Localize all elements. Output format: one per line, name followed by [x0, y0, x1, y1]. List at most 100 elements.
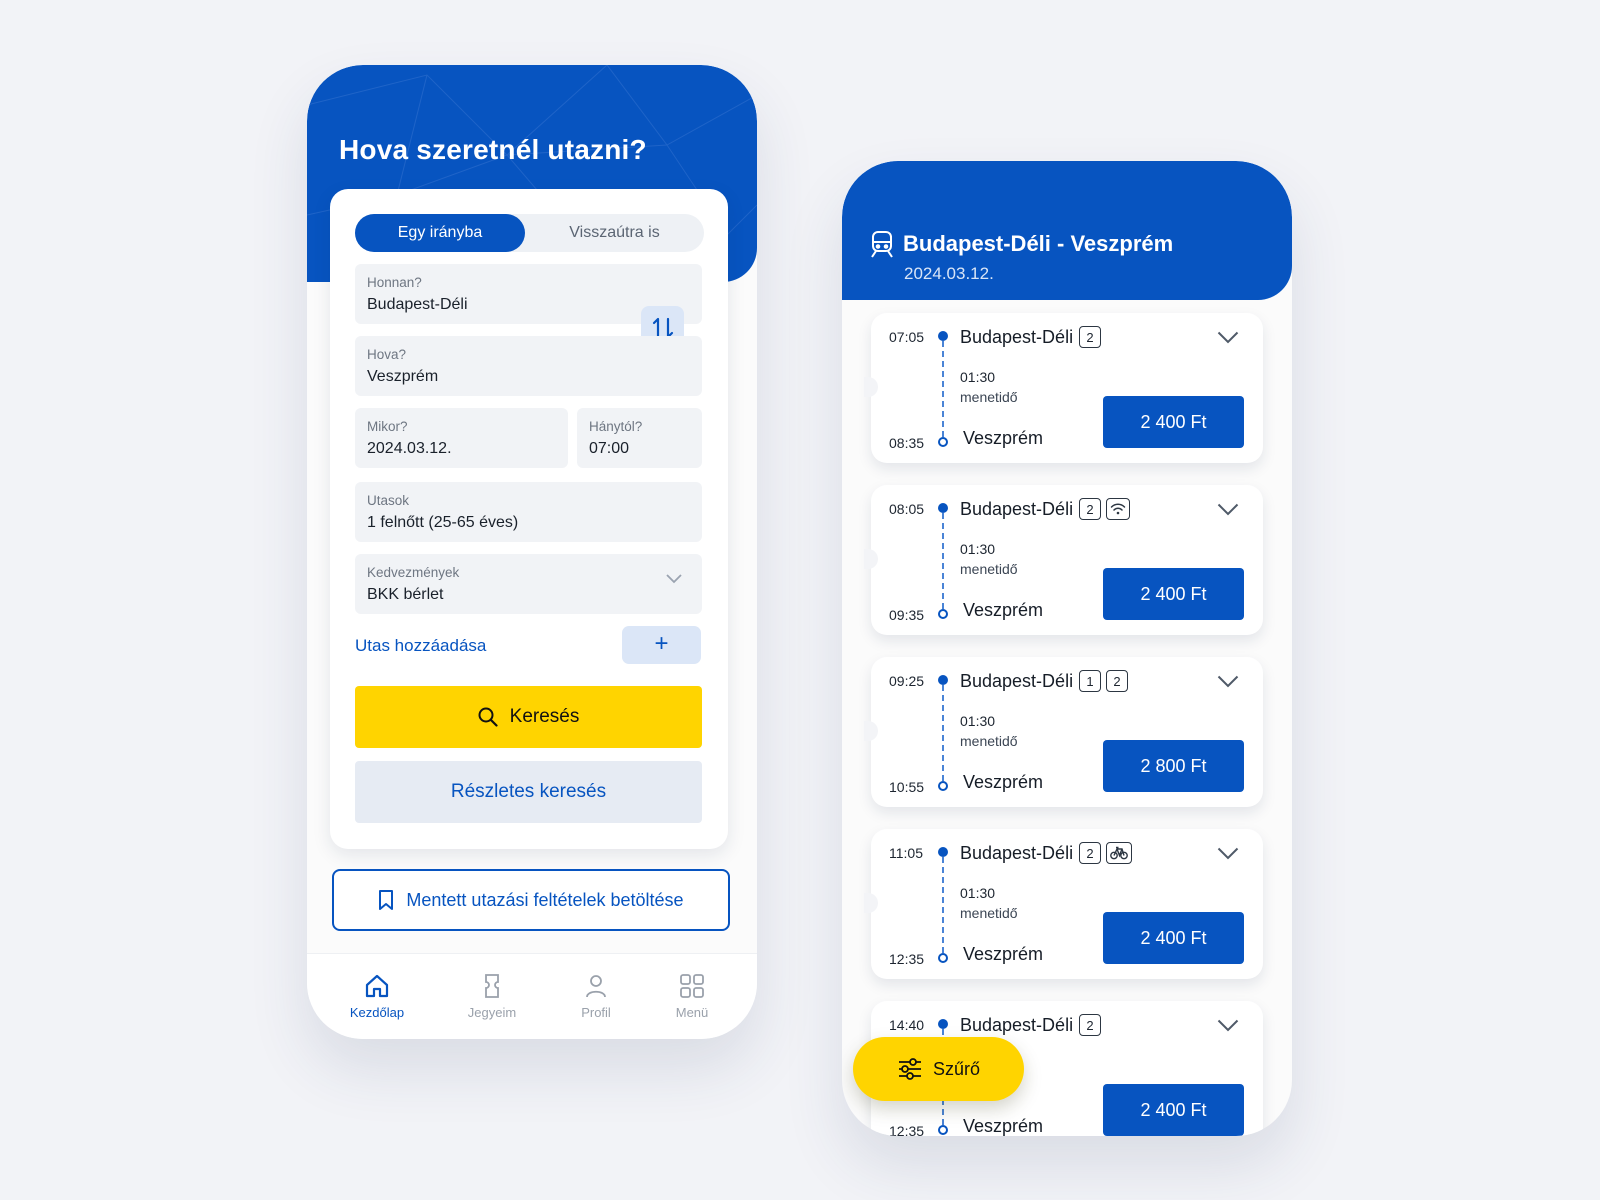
arrival-dot [938, 437, 948, 447]
date-value: 2024.03.12. [367, 440, 452, 457]
discounts-label: Kedvezmények [367, 565, 460, 580]
load-saved-search-button[interactable]: Mentett utazási feltételek betöltése [332, 869, 730, 931]
discounts-value: BKK bérlet [367, 586, 444, 603]
return-option[interactable]: Visszaútra is [525, 214, 704, 252]
service-badges: 2 [1079, 842, 1132, 864]
train-icon [871, 231, 893, 258]
trip-card[interactable]: 08:05 09:35 Budapest-Déli 2 01:30 menetidő Ves… [864, 485, 1263, 635]
price-button[interactable]: 2 800 Ft [1103, 740, 1244, 792]
arrival-time: 12:35 [889, 1123, 925, 1136]
tab-menu-label: Menü [675, 1005, 709, 1020]
arrival-station: Veszprém [963, 772, 1044, 792]
route-date: 2024.03.12. [904, 264, 994, 283]
trip-card[interactable]: 09:25 10:55 Budapest-Déli 1 2 01:30 menetidő Ve… [864, 657, 1263, 807]
arrival-dot [938, 953, 948, 963]
price-button[interactable]: 2 400 Ft [1103, 912, 1244, 964]
arrival-time: 12:35 [889, 951, 925, 967]
arrival-dot [938, 1125, 948, 1135]
advanced-search-button[interactable]: Részletes keresés [355, 761, 702, 823]
trip-duration: 01:30 [960, 713, 996, 729]
departure-dot [938, 331, 948, 341]
trip-card[interactable]: 11:05 12:35 Budapest-Déli 2 01:30 menetidő Ves… [864, 829, 1263, 979]
ticket-icon [485, 974, 499, 998]
arrival-station: Veszprém [963, 600, 1044, 620]
departure-station: Budapest-Déli [960, 671, 1074, 691]
page-title: Hova szeretnél utazni? [339, 134, 647, 165]
expand-chevron-icon[interactable] [1217, 503, 1239, 516]
arrival-time: 10:55 [889, 779, 925, 795]
expand-chevron-icon[interactable] [1217, 1019, 1239, 1032]
profile-icon [586, 975, 606, 998]
filter-button-label: Szűrő [932, 1058, 981, 1079]
service-badges: 2 [1079, 326, 1101, 348]
departure-station: Budapest-Déli [960, 499, 1074, 519]
tab-home-label: Kezdőlap [349, 1005, 405, 1020]
wifi-icon [1106, 498, 1130, 520]
to-value: Veszprém [367, 368, 439, 385]
departure-station: Budapest-Déli [960, 1015, 1074, 1035]
expand-chevron-icon[interactable] [1217, 675, 1239, 688]
one-way-option[interactable]: Egy irányba [355, 214, 525, 252]
route-line [942, 685, 944, 781]
departure-time: 08:05 [889, 501, 925, 517]
trip-duration: 01:30 [960, 885, 996, 901]
departure-time: 07:05 [889, 329, 925, 345]
tab-menu[interactable]: Menü [647, 972, 737, 1020]
route-line [942, 513, 944, 609]
card-notch [864, 549, 878, 569]
tab-profile[interactable]: Profil [551, 972, 641, 1020]
trip-card[interactable]: 07:05 08:35 Budapest-Déli 2 01:30 menetidő Ves… [864, 313, 1263, 463]
results-header: Budapest-Déli - Veszprém 2024.03.12. [842, 161, 1292, 300]
departure-dot [938, 1019, 948, 1029]
departure-time: 11:05 [889, 845, 923, 861]
bottom-tab-bar: Kezdőlap Jegyeim Profil Menü [307, 953, 757, 1039]
tab-profile-label: Profil [581, 1005, 611, 1020]
departure-time: 14:40 [889, 1017, 925, 1033]
date-label: Mikor? [367, 419, 408, 434]
departure-dot [938, 847, 948, 857]
card-notch [864, 893, 878, 913]
service-badges: 2 [1079, 498, 1130, 520]
trip-duration: 01:30 [960, 541, 996, 557]
arrival-dot [938, 609, 948, 619]
departure-time: 09:25 [889, 673, 925, 689]
tab-home[interactable]: Kezdőlap [332, 972, 422, 1020]
discounts-select[interactable]: Kedvezmények BKK bérlet [355, 554, 702, 614]
departure-station: Budapest-Déli [960, 843, 1074, 863]
card-notch [864, 721, 878, 741]
arrival-dot [938, 781, 948, 791]
class-badge: 2 [1079, 498, 1101, 520]
bicycle-icon [1106, 842, 1132, 864]
date-field[interactable]: Mikor? 2024.03.12. [355, 408, 568, 468]
class-badge: 2 [1079, 326, 1101, 348]
tab-tickets[interactable]: Jegyeim [447, 972, 537, 1020]
time-value: 07:00 [589, 440, 630, 457]
passengers-label: Utasok [367, 493, 410, 508]
departure-dot [938, 503, 948, 513]
to-field[interactable]: Hova? Veszprém [355, 336, 702, 396]
search-button[interactable]: Keresés [355, 686, 702, 748]
results-screen: Budapest-Déli - Veszprém 2024.03.12. 07:… [842, 161, 1292, 1136]
time-field[interactable]: Hánytól? 07:00 [577, 408, 702, 468]
bookmark-icon [379, 890, 394, 910]
passengers-field[interactable]: Utasok 1 felnőtt (25-65 éves) [355, 482, 702, 542]
add-passenger-button[interactable]: + [622, 626, 701, 664]
class-badge: 2 [1106, 670, 1128, 692]
chevron-down-icon [666, 574, 682, 584]
expand-chevron-icon[interactable] [1217, 331, 1239, 344]
from-label: Honnan? [367, 275, 422, 290]
home-icon [365, 974, 389, 998]
search-form-card: Egy irányba Visszaútra is Honnan? Budape… [330, 189, 728, 849]
route-title: Budapest-Déli - Veszprém [903, 231, 1174, 256]
service-badges: 12 [1079, 670, 1128, 692]
search-icon [478, 707, 498, 727]
price-button[interactable]: 2 400 Ft [1103, 568, 1244, 620]
price-button[interactable]: 2 400 Ft [1103, 1084, 1244, 1136]
price-button[interactable]: 2 400 Ft [1103, 396, 1244, 448]
departure-station: Budapest-Déli [960, 327, 1074, 347]
add-passenger-label[interactable]: Utas hozzáadása [355, 636, 486, 656]
duration-label: menetidő [960, 905, 1018, 921]
filter-button[interactable]: Szűrő [853, 1037, 1024, 1101]
from-value: Budapest-Déli [367, 296, 468, 313]
expand-chevron-icon[interactable] [1217, 847, 1239, 860]
